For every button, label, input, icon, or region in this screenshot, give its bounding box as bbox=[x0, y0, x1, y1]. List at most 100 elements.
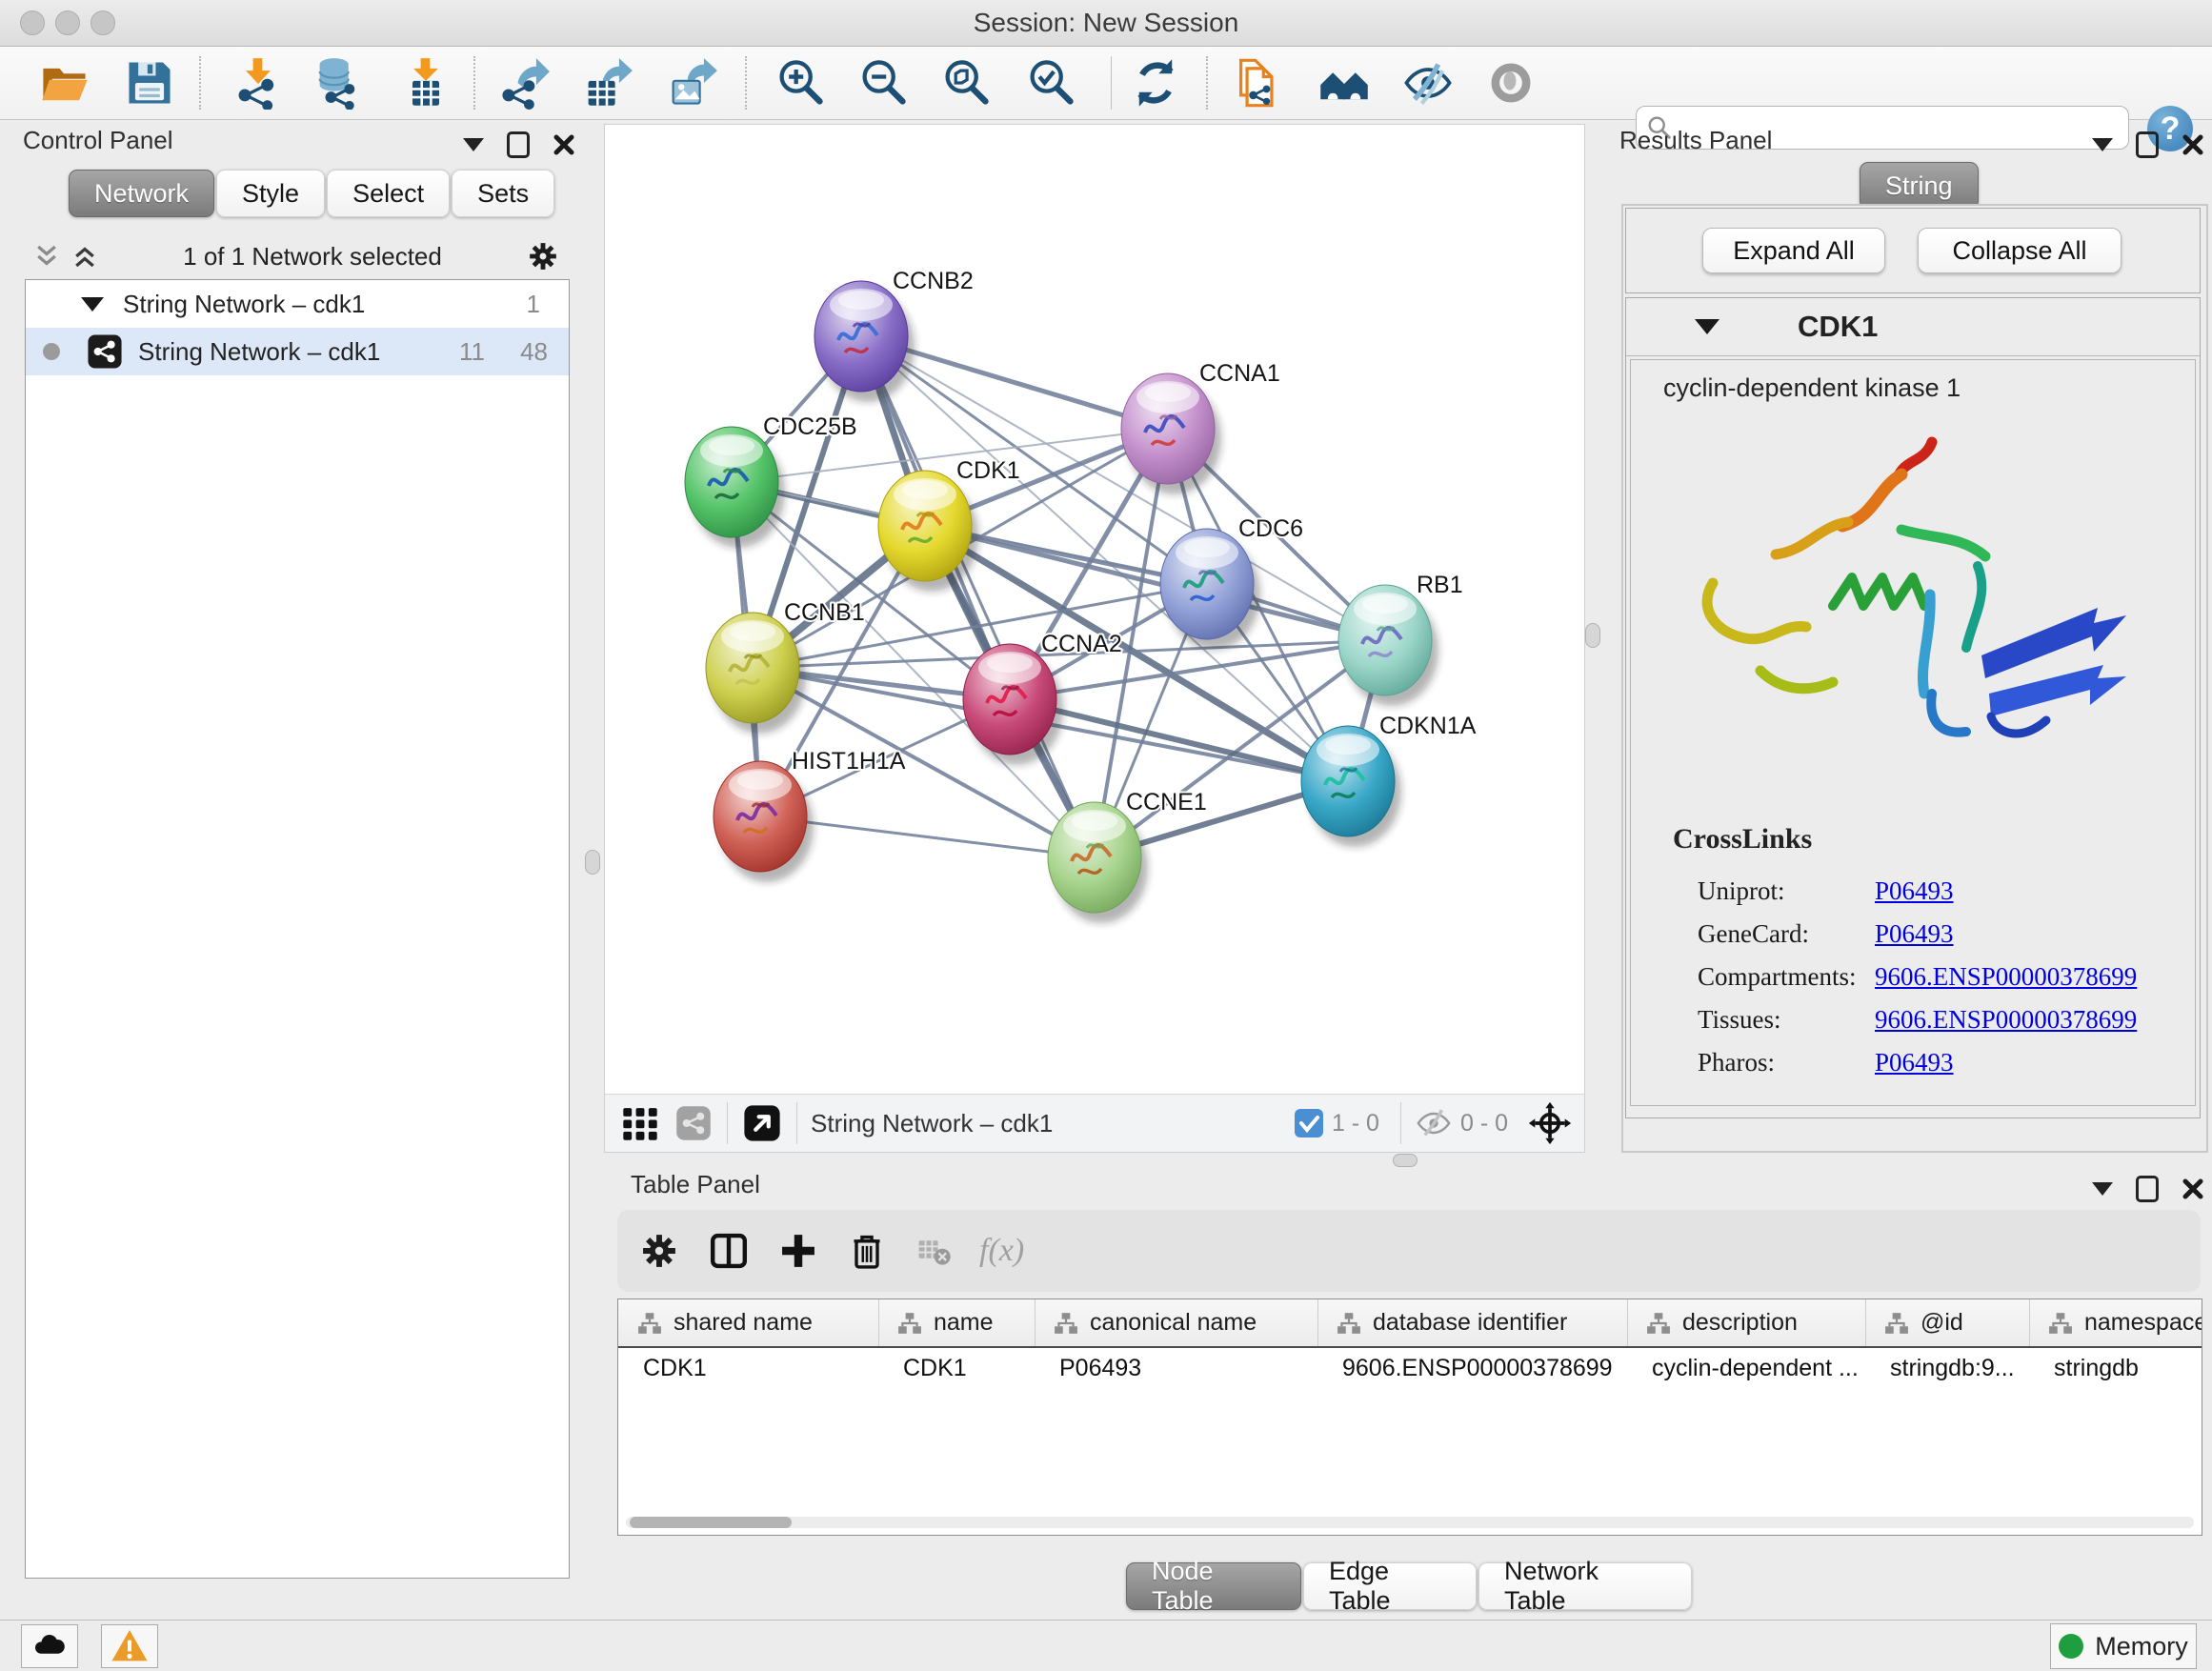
crosslink-link[interactable]: P06493 bbox=[1875, 1048, 1954, 1077]
node-table[interactable]: shared namenamecanonical namedatabase id… bbox=[617, 1299, 2202, 1536]
close-panel-icon[interactable] bbox=[553, 133, 575, 156]
zoom-out-button[interactable] bbox=[854, 54, 913, 111]
tab-network[interactable]: Network bbox=[69, 170, 214, 217]
network-collection-row[interactable]: String Network – cdk1 1 bbox=[26, 280, 569, 328]
gear-icon[interactable] bbox=[526, 239, 560, 273]
network-from-file-button[interactable] bbox=[1230, 54, 1289, 111]
node-CCNA1[interactable]: CCNA1 bbox=[1121, 360, 1280, 494]
node-RB1[interactable]: RB1 bbox=[1338, 572, 1463, 706]
close-panel-icon[interactable] bbox=[2182, 1178, 2204, 1200]
column-header-description[interactable]: description bbox=[1627, 1299, 1866, 1346]
float-panel-icon[interactable] bbox=[2136, 131, 2159, 158]
fit-selected-crosshair-icon[interactable] bbox=[1527, 1100, 1573, 1146]
show-columns-icon[interactable] bbox=[707, 1229, 751, 1273]
crosslink-link[interactable]: P06493 bbox=[1875, 919, 1954, 949]
collapse-all-button[interactable]: Collapse All bbox=[1918, 228, 2122, 273]
edge-CCNB2-CCNE1[interactable] bbox=[861, 336, 1095, 857]
open-session-button[interactable] bbox=[35, 54, 94, 111]
crosslink-row: Compartments:9606.ENSP00000378699 bbox=[1698, 962, 2174, 992]
column-header-canonical-name[interactable]: canonical name bbox=[1035, 1299, 1318, 1346]
table-settings-gear-icon[interactable] bbox=[638, 1230, 680, 1272]
memory-button[interactable]: Memory bbox=[2050, 1623, 2197, 1669]
expand-all-button[interactable]: Expand All bbox=[1702, 228, 1885, 273]
table-cell[interactable]: stringdb bbox=[2054, 1346, 2202, 1390]
home-networks-button[interactable] bbox=[1315, 54, 1374, 111]
tab-sets[interactable]: Sets bbox=[452, 170, 554, 217]
node-CCNB1[interactable]: CCNB1 bbox=[706, 599, 865, 734]
delete-trash-icon[interactable] bbox=[846, 1230, 888, 1272]
tab-network-table[interactable]: Network Table bbox=[1478, 1562, 1692, 1610]
node-CCNB2[interactable]: CCNB2 bbox=[814, 268, 974, 402]
minimize-panel-icon[interactable] bbox=[2092, 1182, 2113, 1196]
gene-section-header[interactable]: CDK1 bbox=[1626, 298, 2200, 356]
crosslink-link[interactable]: 9606.ENSP00000378699 bbox=[1875, 962, 2137, 992]
crosslink-link[interactable]: 9606.ENSP00000378699 bbox=[1875, 1005, 2137, 1035]
save-session-button[interactable] bbox=[120, 54, 179, 111]
right-splitter-handle[interactable] bbox=[1585, 623, 1600, 648]
memory-label: Memory bbox=[2095, 1632, 2188, 1661]
node-CDC6[interactable]: CDC6 bbox=[1160, 515, 1303, 650]
table-cell[interactable]: stringdb:9... bbox=[1890, 1346, 2025, 1390]
table-h-scrollbar-thumb[interactable] bbox=[630, 1517, 792, 1528]
node-CDKN1A[interactable]: CDKN1A bbox=[1301, 713, 1477, 847]
crosslink-label: Compartments: bbox=[1698, 962, 1875, 992]
float-panel-icon[interactable] bbox=[2136, 1176, 2159, 1202]
column-header-shared-name[interactable]: shared name bbox=[618, 1299, 879, 1346]
left-splitter-handle[interactable] bbox=[585, 850, 600, 875]
column-header--id[interactable]: @id bbox=[1865, 1299, 2030, 1346]
refresh-button[interactable] bbox=[1126, 54, 1185, 111]
warning-status-button[interactable] bbox=[101, 1624, 158, 1668]
show-panel-button[interactable] bbox=[1481, 54, 1540, 111]
node-HIST1H1A[interactable]: HIST1H1A bbox=[714, 748, 906, 882]
network-overview-icon[interactable] bbox=[674, 1103, 714, 1143]
toolbar-divider bbox=[1111, 56, 1112, 110]
export-network-button[interactable] bbox=[494, 54, 553, 111]
export-table-button[interactable] bbox=[577, 54, 636, 111]
cloud-status-button[interactable] bbox=[21, 1624, 78, 1668]
string-results-container: Expand All Collapse All CDK1 cyclin-depe… bbox=[1621, 204, 2208, 1153]
table-cell[interactable]: P06493 bbox=[1059, 1346, 1314, 1390]
column-header-namespace[interactable]: namespace bbox=[2029, 1299, 2202, 1346]
import-network-file-button[interactable] bbox=[229, 54, 288, 111]
table-cell[interactable]: cyclin-dependent ... bbox=[1652, 1346, 1861, 1390]
crosslink-link[interactable]: P06493 bbox=[1875, 876, 1954, 906]
network-canvas[interactable]: CCNB2CCNA1CDC25BCDK1CDC6RB1CCNB1CCNA2CDK… bbox=[604, 124, 1585, 1095]
table-cell[interactable]: 9606.ENSP00000378699 bbox=[1342, 1346, 1623, 1390]
export-image-button[interactable] bbox=[662, 54, 721, 111]
column-header-name[interactable]: name bbox=[878, 1299, 1036, 1346]
zoom-fit-button[interactable] bbox=[936, 54, 995, 111]
table-cell[interactable]: CDK1 bbox=[903, 1346, 1031, 1390]
collapse-section-arrow-icon[interactable] bbox=[1695, 319, 1719, 334]
tab-node-table[interactable]: Node Table bbox=[1126, 1562, 1301, 1610]
tab-edge-table[interactable]: Edge Table bbox=[1303, 1562, 1477, 1610]
zoom-selected-button[interactable] bbox=[1021, 54, 1080, 111]
open-in-window-icon[interactable] bbox=[741, 1102, 783, 1144]
zoom-in-button[interactable] bbox=[771, 54, 830, 111]
import-network-database-button[interactable] bbox=[309, 54, 368, 111]
minimize-panel-icon[interactable] bbox=[2092, 138, 2113, 151]
bottom-splitter-handle[interactable] bbox=[1393, 1154, 1418, 1167]
node-CCNE1[interactable]: CCNE1 bbox=[1048, 789, 1207, 923]
hide-panel-button[interactable] bbox=[1398, 54, 1458, 111]
string-network-graph[interactable]: CCNB2CCNA1CDC25BCDK1CDC6RB1CCNB1CCNA2CDK… bbox=[605, 125, 1584, 1094]
collection-expand-arrow-icon[interactable] bbox=[81, 297, 104, 312]
tab-style[interactable]: Style bbox=[216, 170, 325, 217]
add-column-plus-icon[interactable] bbox=[777, 1230, 819, 1272]
title-bar: Session: New Session bbox=[0, 0, 2212, 47]
tab-string-results[interactable]: String bbox=[1860, 162, 1979, 210]
node-CDC25B[interactable]: CDC25B bbox=[685, 413, 857, 548]
collapse-all-chevron-icon[interactable] bbox=[32, 242, 61, 271]
birdseye-grid-icon[interactable] bbox=[618, 1101, 662, 1145]
column-header-database-identifier[interactable]: database identifier bbox=[1317, 1299, 1628, 1346]
close-panel-icon[interactable] bbox=[2182, 133, 2204, 156]
table-h-scrollbar[interactable] bbox=[626, 1517, 2194, 1528]
import-table-file-button[interactable] bbox=[396, 54, 455, 111]
minimize-panel-icon[interactable] bbox=[463, 138, 484, 151]
float-panel-icon[interactable] bbox=[507, 131, 530, 158]
tab-select[interactable]: Select bbox=[327, 170, 450, 217]
expand-all-chevron-icon[interactable] bbox=[70, 242, 99, 271]
selected-checkbox-icon[interactable] bbox=[1294, 1108, 1324, 1138]
table-cell[interactable]: CDK1 bbox=[643, 1346, 875, 1390]
node-CCNA2[interactable]: CCNA2 bbox=[963, 631, 1122, 765]
network-row[interactable]: String Network – cdk1 11 48 bbox=[26, 328, 569, 375]
